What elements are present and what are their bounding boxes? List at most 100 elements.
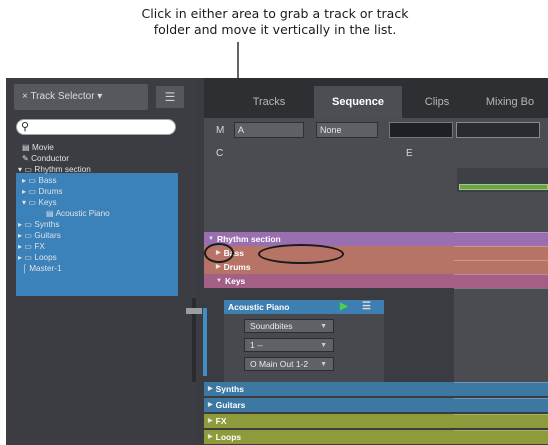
- soundbite-value: Soundbites: [250, 321, 293, 331]
- tree-label: Loops: [34, 253, 57, 262]
- track-label: Drums: [223, 262, 251, 272]
- instrument-name: Acoustic Piano: [228, 302, 290, 312]
- tree-item-bass[interactable]: ▸ ▭ Bass: [16, 175, 178, 186]
- channel-dropdown[interactable]: 1 -- ▼: [244, 338, 334, 352]
- transport-meter: [456, 122, 540, 138]
- tree-item-rhythm-section[interactable]: ▾ ▭ Rhythm section: [16, 164, 178, 175]
- c-label[interactable]: C: [216, 148, 223, 159]
- search-input[interactable]: ⚲: [16, 119, 176, 135]
- track-row-keys[interactable]: ▼ Keys: [204, 274, 454, 288]
- sequence-toolbar: M A None C E: [204, 118, 548, 248]
- none-dropdown[interactable]: None: [316, 122, 378, 138]
- m-label[interactable]: M: [216, 125, 224, 136]
- tree-label: FX: [34, 242, 45, 251]
- instrument-icon: ▤: [46, 209, 56, 218]
- conductor-icon: ✎: [22, 154, 32, 163]
- level-indicator: [203, 308, 207, 376]
- tree-label: Conductor: [31, 154, 69, 163]
- tab-bar: Tracks Sequence Clips Mixing Bo: [204, 78, 548, 118]
- track-selector-tab[interactable]: × Track Selector ▾: [14, 84, 148, 110]
- track-row-guitars[interactable]: ▶ Guitars: [204, 398, 454, 412]
- play-icon[interactable]: ▶: [340, 301, 348, 313]
- track-row-synths[interactable]: ▶ Synths: [204, 382, 454, 396]
- track-label: FX: [215, 416, 227, 426]
- folder-icon: ▾ ▭: [22, 198, 39, 207]
- lane-keys: [454, 274, 548, 288]
- track-label: Keys: [224, 276, 246, 286]
- lane-synths: [454, 382, 548, 396]
- output-dropdown[interactable]: O Main Out 1-2 ▼: [244, 357, 334, 371]
- search-icon: ⚲: [21, 121, 30, 133]
- folder-icon: ▸ ▭: [18, 231, 35, 240]
- tab-mixing-board[interactable]: Mixing Bo: [472, 86, 548, 118]
- tree-label: Master-1: [29, 264, 62, 273]
- lane-drums: [454, 260, 548, 274]
- app-window: × Track Selector ▾ ☰ ⚲ ▤ Movie ✎ Conduct…: [6, 78, 548, 445]
- chevron-down-icon: ▼: [320, 323, 327, 330]
- lane-bass: [454, 246, 548, 260]
- instrument-track[interactable]: Acoustic Piano ▶ ☰ Soundbites ▼ 1 -- ▼ O M…: [224, 300, 384, 382]
- track-row-rhythm-section[interactable]: ▼ Rhythm section: [204, 232, 454, 246]
- expand-icon[interactable]: ▶: [208, 430, 213, 444]
- tree-item-conductor[interactable]: ✎ Conductor: [16, 153, 178, 164]
- collapse-icon[interactable]: ▼: [216, 274, 222, 288]
- track-row-fx[interactable]: ▶ FX: [204, 414, 454, 428]
- menu-icon[interactable]: ☰: [362, 301, 371, 313]
- movie-icon: ▤: [22, 143, 33, 152]
- track-selector-panel: × Track Selector ▾ ☰ ⚲ ▤ Movie ✎ Conduct…: [6, 78, 196, 445]
- lane-acoustic-piano: [454, 288, 548, 382]
- e-label[interactable]: E: [406, 148, 413, 159]
- track-row-drums[interactable]: ▶ Drums: [204, 260, 454, 274]
- tree-item-fx[interactable]: ▸ ▭ FX: [16, 241, 178, 252]
- a-field[interactable]: A: [234, 122, 304, 138]
- volume-fader-handle[interactable]: [186, 308, 202, 314]
- tree-label: Guitars: [34, 231, 61, 240]
- folder-icon: ▾ ▭: [18, 165, 35, 174]
- tree-label: Synths: [34, 220, 60, 229]
- lane-rhythm-section: [454, 232, 548, 246]
- tree-label: Bass: [38, 176, 57, 185]
- chevron-down-icon: ▼: [320, 342, 327, 349]
- tree-item-movie[interactable]: ▤ Movie: [16, 142, 178, 153]
- tree-label: Rhythm section: [34, 165, 91, 174]
- tree-label: Acoustic Piano: [55, 209, 110, 218]
- track-tree: ▤ Movie ✎ Conductor ▾ ▭ Rhythm section ▸…: [16, 142, 178, 274]
- expand-icon[interactable]: ▶: [208, 382, 213, 396]
- folder-icon: ▸ ▭: [18, 242, 35, 251]
- tree-item-loops[interactable]: ▸ ▭ Loops: [16, 252, 178, 263]
- soundbite-dropdown[interactable]: Soundbites ▼: [244, 319, 334, 333]
- folder-icon: ▸ ▭: [18, 220, 35, 229]
- grab-area-oval-left: [204, 243, 234, 263]
- tree-item-synths[interactable]: ▸ ▭ Synths: [16, 219, 178, 230]
- track-label: Synths: [215, 384, 244, 394]
- tab-tracks[interactable]: Tracks: [224, 86, 314, 118]
- expand-icon[interactable]: ▶: [208, 414, 213, 428]
- tree-item-drums[interactable]: ▸ ▭ Drums: [16, 186, 178, 197]
- folder-icon: ▸ ▭: [22, 176, 39, 185]
- tab-clips[interactable]: Clips: [402, 86, 472, 118]
- hamburger-icon[interactable]: ☰: [156, 86, 184, 108]
- chevron-down-icon: ▼: [320, 361, 327, 368]
- folder-icon: ▸ ▭: [18, 253, 35, 262]
- tab-sequence[interactable]: Sequence: [314, 86, 402, 118]
- channel-value: 1 --: [250, 340, 263, 350]
- level-meter: [389, 122, 453, 138]
- track-label: Guitars: [215, 400, 246, 410]
- tree-label: Keys: [38, 198, 57, 207]
- lane-loops: [454, 430, 548, 444]
- tree-label: Drums: [38, 187, 63, 196]
- expand-icon[interactable]: ▶: [208, 398, 213, 412]
- tree-item-master[interactable]: ⌠ Master-1: [16, 263, 178, 274]
- tree-item-acoustic-piano[interactable]: ▤ Acoustic Piano: [16, 208, 178, 219]
- track-label: Rhythm section: [216, 234, 281, 244]
- track-label: Loops: [215, 432, 242, 442]
- tree-label: Movie: [32, 143, 54, 152]
- tree-item-keys[interactable]: ▾ ▭ Keys: [16, 197, 178, 208]
- folder-icon: ▸ ▭: [22, 187, 39, 196]
- tree-item-guitars[interactable]: ▸ ▭ Guitars: [16, 230, 178, 241]
- lane-fx: [454, 414, 548, 428]
- track-row-loops[interactable]: ▶ Loops: [204, 430, 454, 444]
- instrument-header[interactable]: Acoustic Piano ▶ ☰: [224, 300, 384, 314]
- grab-area-oval-right: [258, 244, 344, 264]
- clip-region[interactable]: [459, 184, 548, 190]
